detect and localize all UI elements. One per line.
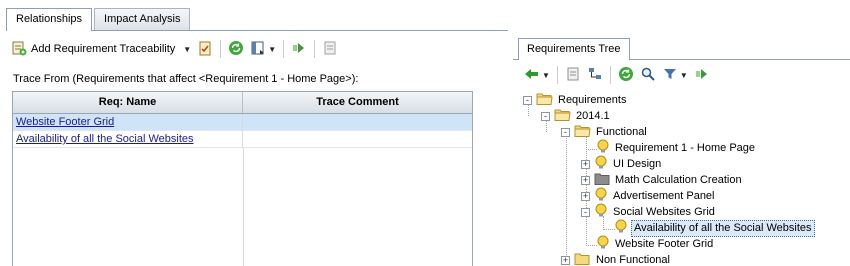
column-divider — [243, 148, 244, 266]
refresh-tree-button[interactable] — [615, 64, 637, 86]
req-link[interactable]: Availability of all the Social Websites — [16, 133, 194, 145]
expand-icon[interactable]: + — [581, 191, 590, 201]
tree-node-label: Advertisement Panel — [613, 189, 715, 202]
clipboard-check-icon — [197, 40, 213, 59]
tree-node-math-calculation-creation[interactable]: + Math Calculation Creation — [581, 172, 744, 188]
req-link[interactable]: Website Footer Grid — [16, 116, 114, 128]
tree-node-functional[interactable]: - Functional — [561, 124, 649, 140]
trace-grid: Req: Name Trace Comment Website Footer G… — [12, 91, 473, 266]
add-traceability-icon — [11, 40, 27, 59]
requirements-tree-panel: Requirements Tree ▼ ▼ - Requirements - 2… — [513, 0, 850, 266]
tree-node-label: UI Design — [613, 157, 662, 170]
tree-node-2014-1[interactable]: - 2014.1 — [541, 108, 612, 124]
collapse-icon[interactable]: - — [541, 111, 550, 121]
grid-header: Req: Name Trace Comment — [13, 92, 472, 114]
hierarchy-icon — [587, 66, 603, 85]
tree-node-label: Social Websites Grid — [613, 205, 715, 218]
tree-node-availability-social-websites[interactable]: Availability of all the Social Websites — [614, 219, 815, 237]
tree-node-advertisement-panel[interactable]: + Advertisement Panel — [581, 187, 717, 204]
expand-icon[interactable]: + — [581, 175, 590, 185]
chevron-down-icon[interactable]: ▼ — [680, 71, 688, 80]
tree-node-social-websites-grid[interactable]: - Social Websites Grid — [581, 203, 717, 221]
toolbar-separator — [609, 66, 611, 84]
column-header-trace-comment[interactable]: Trace Comment — [243, 92, 472, 113]
lightbulb-icon — [614, 219, 628, 237]
chevron-down-icon[interactable]: ▼ — [268, 45, 276, 54]
trace-comment-cell[interactable] — [243, 131, 472, 147]
tree-node-label: Math Calculation Creation — [615, 173, 742, 186]
go-to-requirement-button[interactable] — [288, 38, 310, 60]
tree-node-requirements[interactable]: - Requirements — [523, 92, 628, 108]
folder-open-icon — [536, 92, 553, 109]
tab-relationships[interactable]: Relationships — [6, 8, 93, 31]
hierarchy-button[interactable] — [584, 64, 606, 86]
relationships-toolbar: Add Requirement Traceability ▼ ▼ — [8, 37, 341, 61]
tree-node-label: Requirements — [558, 93, 627, 106]
collapse-icon[interactable]: - — [561, 127, 570, 137]
tree-connector — [566, 136, 567, 261]
tree-node-label: Functional — [596, 125, 647, 138]
chevron-down-icon[interactable]: ▼ — [542, 71, 550, 80]
table-row[interactable]: Availability of all the Social Websites — [13, 131, 472, 148]
filter-button[interactable]: ▼ — [659, 64, 691, 86]
lightbulb-icon — [594, 203, 608, 221]
trace-comment-cell[interactable] — [243, 114, 472, 130]
tree-node-label: 2014.1 — [576, 109, 610, 122]
filter-icon — [662, 66, 678, 85]
tree-node-ui-design[interactable]: + UI Design — [581, 155, 663, 173]
go-to-button[interactable] — [691, 64, 713, 86]
folder-closed-icon — [574, 252, 591, 266]
tab-requirements-tree[interactable]: Requirements Tree — [518, 38, 630, 60]
trace-from-caption: Trace From (Requirements that affect <Re… — [13, 73, 359, 85]
chevron-down-icon[interactable]: ▼ — [183, 45, 191, 54]
tree-toolbar: ▼ ▼ — [521, 63, 713, 87]
view-options-button[interactable]: ▼ — [247, 38, 279, 60]
collapse-icon[interactable]: - — [523, 95, 532, 105]
comment-icon — [322, 40, 338, 59]
tree-node-label: Requirement 1 - Home Page — [615, 141, 756, 154]
add-traceability-label: Add Requirement Traceability — [31, 43, 176, 55]
expand-icon[interactable]: + — [581, 159, 590, 169]
toolbar-separator — [314, 40, 316, 58]
add-traceability-button[interactable]: Add Requirement Traceability ▼ — [8, 38, 194, 60]
go-to-icon — [291, 40, 307, 59]
toolbar-separator — [283, 40, 285, 58]
lightbulb-icon — [596, 235, 610, 253]
folder-grey-icon — [594, 172, 610, 189]
back-button[interactable]: ▼ — [521, 64, 553, 86]
arrow-left-icon — [524, 66, 540, 85]
relationships-panel: Relationships Impact Analysis Add Requir… — [0, 0, 508, 266]
toolbar-separator — [220, 40, 222, 58]
lightbulb-icon — [594, 155, 608, 173]
req-name-cell: Availability of all the Social Websites — [13, 131, 243, 147]
go-to-icon — [694, 66, 710, 85]
tree-node-label: Non Functional — [596, 253, 670, 266]
tree-node-requirement-1-home-page[interactable]: Requirement 1 - Home Page — [596, 139, 757, 156]
refresh-icon — [228, 40, 244, 59]
column-header-req-name[interactable]: Req: Name — [13, 92, 243, 113]
folder-open-icon — [554, 108, 571, 125]
find-button[interactable] — [637, 64, 659, 86]
columns-icon — [250, 40, 266, 59]
folder-open-icon — [574, 124, 591, 141]
panel-tabs: Relationships Impact Analysis — [6, 8, 192, 31]
refresh-button[interactable] — [225, 38, 247, 60]
comment-button[interactable] — [319, 38, 341, 60]
collapse-icon[interactable]: - — [581, 207, 590, 217]
search-icon — [640, 66, 656, 85]
tree-node-label: Website Footer Grid — [615, 237, 714, 250]
table-row[interactable]: Website Footer Grid — [13, 114, 472, 131]
document-icon — [565, 66, 581, 85]
req-name-cell: Website Footer Grid — [13, 114, 243, 130]
tree-node-label: Availability of all the Social Websites — [631, 219, 815, 237]
trace-note-button[interactable] — [194, 38, 216, 60]
new-requirement-button[interactable] — [562, 64, 584, 86]
expand-icon[interactable]: + — [561, 255, 570, 265]
refresh-icon — [618, 66, 634, 85]
tree-node-non-functional[interactable]: + Non Functional — [561, 252, 672, 266]
tab-impact-analysis[interactable]: Impact Analysis — [94, 8, 191, 30]
tree-node-website-footer-grid[interactable]: Website Footer Grid — [596, 235, 715, 253]
toolbar-separator — [556, 66, 558, 84]
